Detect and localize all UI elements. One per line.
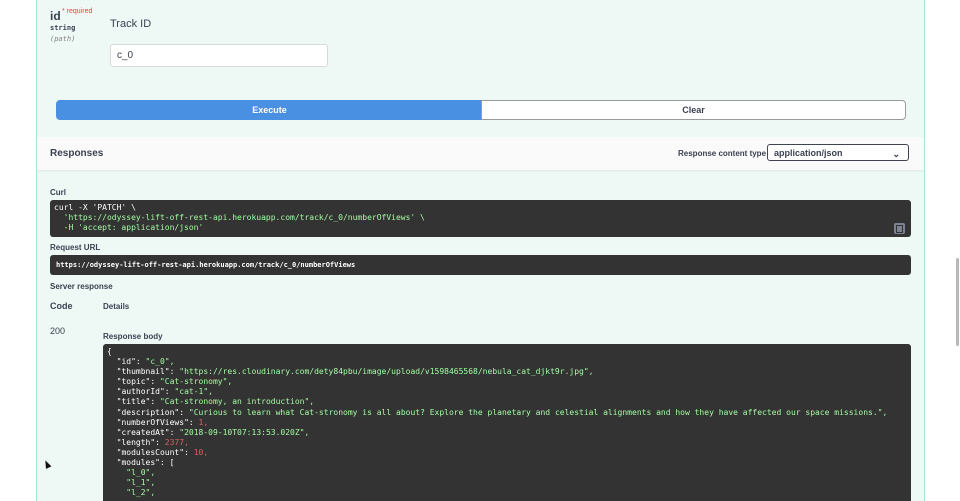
required-marker: * required (62, 8, 93, 15)
scrollbar-thumb[interactable] (956, 258, 959, 346)
response-body-line: { (107, 347, 112, 356)
response-body-label: Response body (103, 332, 163, 341)
parameter-description: Track ID (110, 18, 152, 30)
execute-button[interactable]: Execute (56, 100, 483, 120)
response-status-code: 200 (50, 326, 66, 336)
response-body-line: "authorId": "cat-1", (107, 387, 213, 397)
response-body-line: "l_1", (107, 478, 156, 488)
clear-button[interactable]: Clear (481, 100, 906, 120)
operation-block: id * required string (path) Track ID Exe… (36, 0, 925, 501)
response-body-line: "modules": [ (107, 458, 175, 468)
code-column-header: Code (50, 301, 73, 311)
details-column-header: Details (103, 302, 130, 311)
response-body-line: "thumbnail": "https://res.cloudinary.com… (107, 367, 594, 377)
content-type-value: application/json (774, 148, 843, 158)
curl-line-1: curl -X 'PATCH' \ (54, 203, 136, 212)
parameter-type: string (50, 24, 76, 32)
response-body-line: "description": "Curious to learn what Ca… (107, 407, 888, 417)
response-body-line: "title": "Cat-stronomy, an introduction"… (107, 397, 315, 407)
track-id-input[interactable] (110, 44, 328, 67)
request-url-value: https://odyssey-lift-off-rest-api.heroku… (50, 255, 911, 275)
copy-icon[interactable] (894, 223, 905, 234)
responses-header: Responses Response content type applicat… (37, 137, 924, 170)
response-body-line: "l_0", (107, 468, 156, 478)
content-type-select[interactable]: application/json ⌄ (767, 144, 909, 161)
curl-code-block: curl -X 'PATCH' \ 'https://odyssey-lift-… (50, 200, 911, 237)
content-type-label: Response content type (678, 149, 767, 158)
response-body-code-block: { "id": "c_0", "thumbnail": "https://res… (103, 344, 911, 501)
response-body-line: "id": "c_0", (107, 357, 175, 367)
responses-title: Responses (50, 148, 104, 159)
curl-line-3: -H 'accept: application/json' (54, 223, 204, 232)
parameter-location: (path) (50, 35, 76, 43)
response-body-line: "modulesCount": 10, (107, 447, 209, 457)
response-body-line: "createdAt": "2018-09-10T07:13:53.020Z", (107, 427, 310, 437)
request-url-label: Request URL (50, 243, 101, 252)
page-scrollbar[interactable] (952, 0, 960, 501)
parameter-name: id (50, 9, 61, 23)
response-body-line: "topic": "Cat-stronomy", (107, 377, 233, 387)
server-response-label: Server response (50, 282, 113, 291)
response-body-line: "numberOfViews": 1, (107, 417, 209, 427)
response-body-line: "l_2", (107, 488, 156, 498)
chevron-down-icon: ⌄ (892, 149, 900, 159)
response-body-line: "length": 2377, (107, 437, 189, 447)
curl-label: Curl (50, 188, 66, 197)
curl-line-2: 'https://odyssey-lift-off-rest-api.herok… (54, 213, 425, 222)
